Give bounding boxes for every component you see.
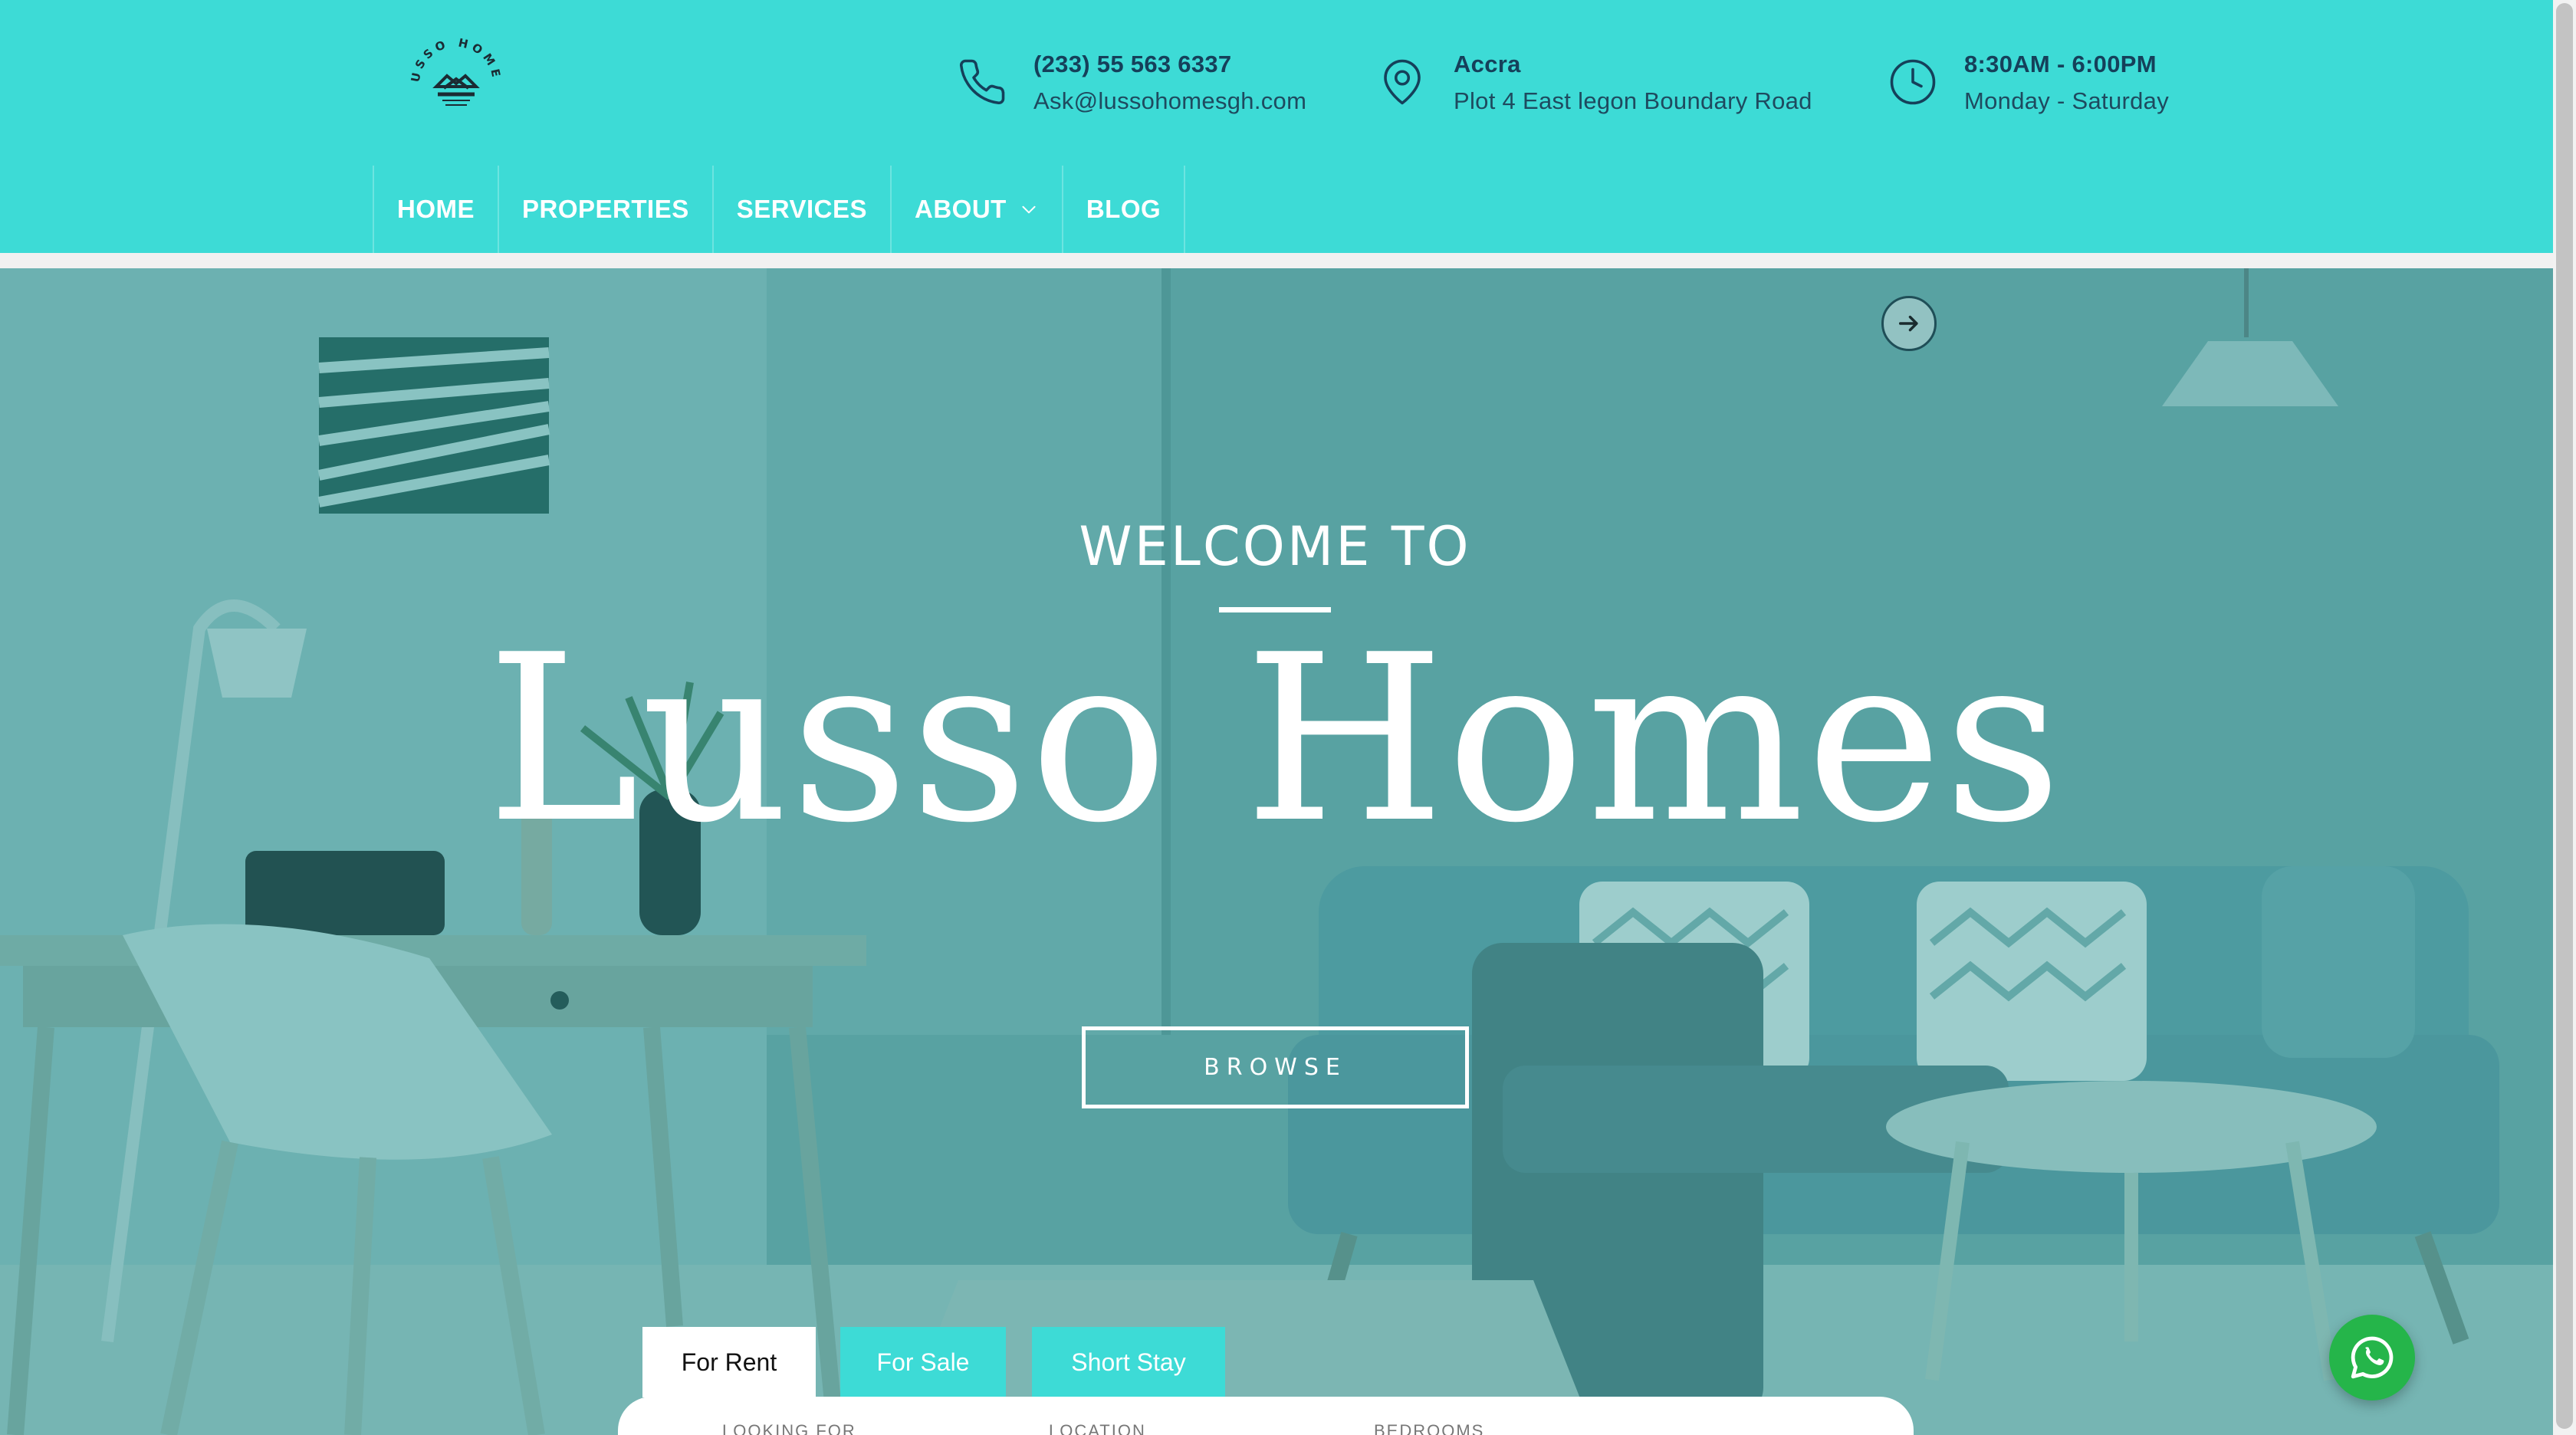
opening-days: Monday - Saturday <box>1964 87 2170 114</box>
location-city: Accra <box>1454 51 1521 77</box>
site-logo[interactable]: LUSSO HOMES <box>402 33 510 125</box>
chevron-down-icon <box>1022 205 1036 214</box>
map-pin-icon <box>1377 57 1428 107</box>
nav-home-label: HOME <box>397 195 475 223</box>
slider-next-button[interactable] <box>1881 296 1937 351</box>
svg-text:LUSSO HOMES: LUSSO HOMES <box>402 33 504 84</box>
nav-properties-label: PROPERTIES <box>522 195 689 223</box>
page-scrollbar[interactable] <box>2553 0 2576 1435</box>
nav-about-label: ABOUT <box>915 195 1007 223</box>
nav-services[interactable]: SERVICES <box>714 166 892 253</box>
site-header: LUSSO HOMES (233) 55 563 6337 Ask@lussoh… <box>0 0 2553 166</box>
browse-button[interactable]: BROWSE <box>1082 1026 1469 1108</box>
scrollbar-thumb[interactable] <box>2556 3 2573 1429</box>
whatsapp-icon <box>2351 1336 2394 1379</box>
nav-blog[interactable]: BLOG <box>1063 166 1186 253</box>
main-nav: HOME PROPERTIES SERVICES ABOUT BLOG <box>373 166 1186 253</box>
email-address[interactable]: Ask@lussohomesgh.com <box>1033 87 1306 115</box>
opening-hours: 8:30AM - 6:00PM <box>1964 51 2157 77</box>
tab-short-stay[interactable]: Short Stay <box>1032 1327 1225 1397</box>
property-search-form: LOOKING FOR LOCATION BEDROOMS <box>618 1397 1914 1435</box>
arrow-right-icon <box>1898 315 1918 332</box>
hero-welcome-text: WELCOME TO <box>1079 515 1471 578</box>
phone-icon <box>957 57 1007 107</box>
clock-icon <box>1888 57 1938 107</box>
nav-about[interactable]: ABOUT <box>892 166 1063 253</box>
nav-blog-label: BLOG <box>1086 195 1162 223</box>
hero-slider: WELCOME TO Lusso Homes BROWSE For Rent F… <box>0 268 2553 1435</box>
phone-number[interactable]: (233) 55 563 6337 <box>1033 51 1231 78</box>
nav-services-label: SERVICES <box>736 195 868 223</box>
looking-for-label: LOOKING FOR <box>722 1421 856 1435</box>
whatsapp-button[interactable] <box>2329 1315 2415 1401</box>
tab-for-sale[interactable]: For Sale <box>840 1327 1006 1397</box>
hero-title: Lusso Homes <box>486 606 2064 873</box>
bedrooms-label: BEDROOMS <box>1374 1421 1485 1435</box>
nav-home[interactable]: HOME <box>374 166 499 253</box>
tab-for-rent[interactable]: For Rent <box>642 1327 816 1397</box>
header-divider <box>0 253 2553 268</box>
nav-properties[interactable]: PROPERTIES <box>499 166 714 253</box>
main-navbar: HOME PROPERTIES SERVICES ABOUT BLOG <box>0 166 2553 253</box>
logo-ring-text: LUSSO HOMES <box>402 33 500 84</box>
location-address: Plot 4 East legon Boundary Road <box>1454 87 1812 114</box>
location-label: LOCATION <box>1049 1421 1146 1435</box>
